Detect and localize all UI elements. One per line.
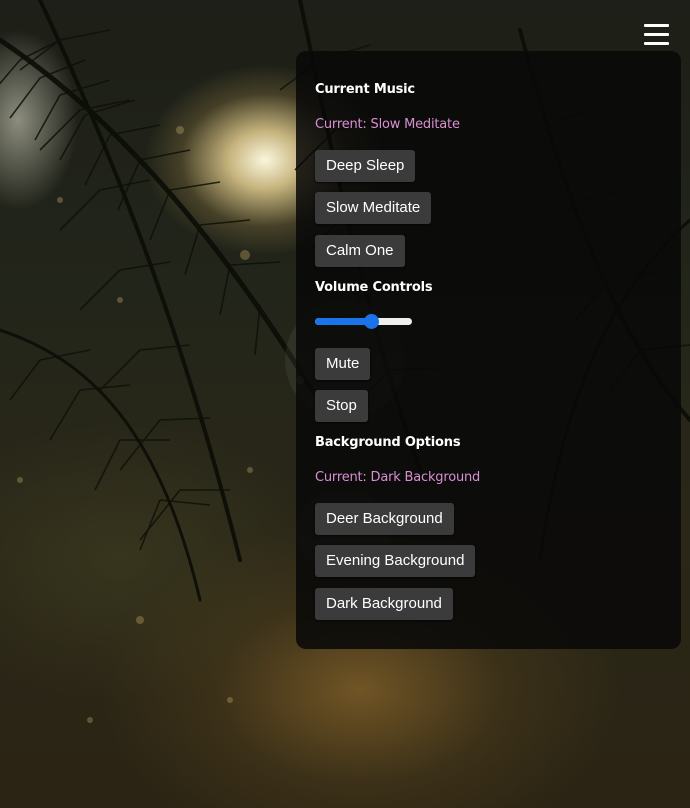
volume-slider-thumb[interactable] <box>364 314 379 329</box>
evening-background-button[interactable]: Evening Background <box>315 545 476 577</box>
music-deep-sleep-button[interactable]: Deep Sleep <box>315 150 416 182</box>
settings-menu-panel: Current Music Current: Slow Meditate Dee… <box>296 51 681 649</box>
volume-controls-heading: Volume Controls <box>315 280 433 295</box>
music-slow-meditate-button[interactable]: Slow Meditate <box>315 192 432 224</box>
volume-slider[interactable] <box>315 313 412 329</box>
current-background-label: Current: Dark Background <box>315 470 481 485</box>
deer-background-button[interactable]: Deer Background <box>315 503 454 535</box>
stop-button[interactable]: Stop <box>315 390 368 422</box>
volume-slider-fill <box>315 318 371 325</box>
hamburger-menu-icon[interactable] <box>643 21 671 49</box>
music-calm-one-button[interactable]: Calm One <box>315 235 405 267</box>
background-options-heading: Background Options <box>315 435 461 450</box>
current-music-heading: Current Music <box>315 82 415 97</box>
current-music-label: Current: Slow Meditate <box>315 117 460 132</box>
mute-button[interactable]: Mute <box>315 348 371 380</box>
dark-background-button[interactable]: Dark Background <box>315 588 453 620</box>
